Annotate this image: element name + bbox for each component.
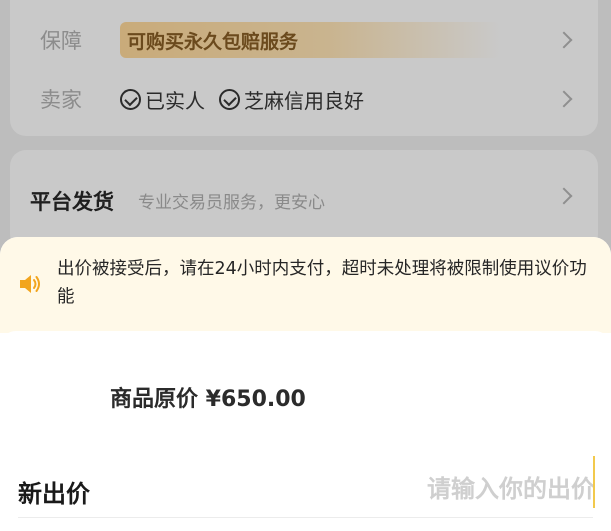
seller-tag: 芝麻信用良好 xyxy=(219,85,364,114)
seller-tags: 已实人 芝麻信用良好 xyxy=(120,85,364,114)
shipping-title: 平台发货 xyxy=(30,190,114,214)
guarantee-value: 可购买永久包赔服务 xyxy=(120,22,500,58)
seller-row[interactable]: 卖家 已实人 芝麻信用良好 xyxy=(40,79,598,119)
seller-label: 卖家 xyxy=(40,88,82,112)
notice-text: 出价被接受后，请在24小时内支付，超时未处理将被限制使用议价功能 xyxy=(57,259,587,307)
check-circle-icon xyxy=(120,88,141,110)
seller-tag-label: 芝麻信用良好 xyxy=(244,88,364,113)
new-bid-label: 新出价 xyxy=(18,480,90,508)
bid-price-input[interactable] xyxy=(275,469,595,509)
item-info-card: 保障 可购买永久包赔服务 卖家 已实人 芝麻信用良好 xyxy=(10,0,598,136)
bid-bottom-sheet: 出价被接受后，请在24小时内支付，超时未处理将被限制使用议价功能 商品原价 ¥6… xyxy=(0,237,611,531)
guarantee-label: 保障 xyxy=(40,29,82,53)
chevron-right-icon xyxy=(555,187,573,205)
guarantee-row[interactable]: 保障 可购买永久包赔服务 xyxy=(40,20,598,60)
price-panel: 商品原价 ¥650.00 新出价 xyxy=(0,331,611,531)
chevron-right-icon xyxy=(555,90,573,108)
check-circle-icon xyxy=(219,88,240,110)
seller-tag: 已实人 xyxy=(120,85,205,114)
divider xyxy=(18,517,593,518)
original-price: 商品原价 ¥650.00 xyxy=(110,387,306,412)
shipping-card[interactable]: 平台发货 专业交易员服务，更安心 xyxy=(10,150,598,250)
notice-banner: 出价被接受后，请在24小时内支付，超时未处理将被限制使用议价功能 xyxy=(0,237,611,333)
chevron-right-icon xyxy=(555,31,573,49)
text-caret xyxy=(593,456,595,508)
speaker-icon xyxy=(20,275,40,293)
seller-tag-label: 已实人 xyxy=(145,88,205,113)
shipping-subtitle: 专业交易员服务，更安心 xyxy=(138,193,325,213)
